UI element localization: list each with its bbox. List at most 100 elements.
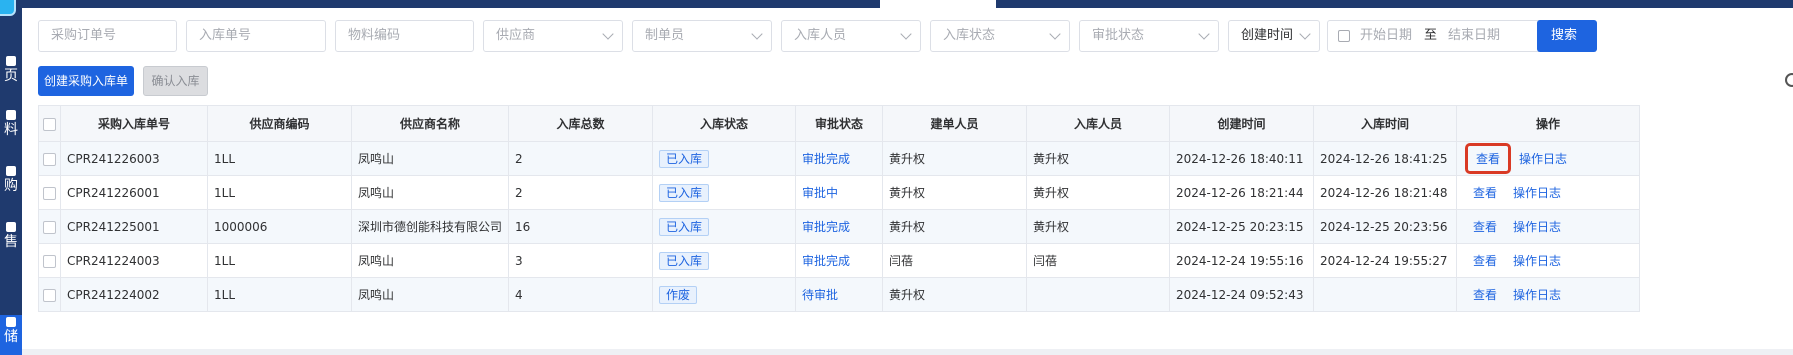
status-cell: 已入库 (652, 141, 797, 176)
supplier-name-cell: 凤鸣山 (350, 243, 510, 278)
inbound-person-select[interactable]: 入库人员 (781, 20, 921, 52)
row-select-cell[interactable] (38, 243, 61, 278)
date-range-picker[interactable]: 开始日期 至 结束日期 (1327, 20, 1551, 52)
status-cell: 已入库 (652, 175, 797, 210)
inbound-time-cell: 2024-12-25 20:23:56 (1313, 209, 1458, 244)
approval-status-link[interactable]: 审批中 (802, 186, 838, 200)
view-button[interactable]: 查看 (1465, 182, 1505, 203)
status-badge: 已入库 (659, 183, 710, 202)
start-date-input[interactable]: 开始日期 (1360, 21, 1412, 51)
settings-icon[interactable] (1785, 73, 1793, 87)
calendar-icon (1338, 30, 1350, 42)
end-date-input[interactable]: 结束日期 (1448, 21, 1500, 51)
creator-cell: 黄升权 (882, 141, 1028, 176)
supplier-code-cell: 1LL (207, 175, 352, 210)
approval-status-link[interactable]: 审批完成 (802, 152, 850, 166)
chevron-down-icon (1049, 28, 1061, 40)
inbound-no-cell: CPR241225001 (60, 209, 208, 244)
search-button[interactable]: 搜索 (1537, 20, 1597, 52)
column-header: 建单人员 (882, 105, 1028, 142)
table-row: CPR241225001 1000006 深圳市德创能科技有限公司 16 已入库… (38, 209, 1641, 244)
supplier-select[interactable]: 供应商 (483, 20, 623, 52)
create-inbound-button[interactable]: 创建采购入库单 (38, 66, 134, 96)
approval-status-select-label: 审批状态 (1092, 28, 1145, 43)
approval-status-select[interactable]: 审批状态 (1079, 20, 1219, 52)
inbound-time-cell: 2024-12-26 18:41:25 (1313, 141, 1458, 176)
storage-icon (6, 317, 16, 327)
sales-icon (6, 222, 16, 232)
approval-status-link[interactable]: 待审批 (802, 288, 838, 302)
inbound-no-cell: CPR241226003 (60, 141, 208, 176)
table-row: CPR241224002 1LL 凤鸣山 4 作废 待审批 黄升权 2024-1… (38, 277, 1641, 312)
sidebar-item-storage[interactable]: 储 (0, 315, 22, 355)
operations-cell: 查看 操作日志 (1456, 209, 1641, 244)
row-select-cell[interactable] (38, 141, 61, 176)
operation-log-link[interactable]: 操作日志 (1513, 220, 1561, 234)
column-header: 供应商编码 (207, 105, 352, 142)
table-row: CPR241226001 1LL 凤鸣山 2 已入库 审批中 黄升权 黄升权 2… (38, 175, 1641, 210)
row-checkbox[interactable] (43, 254, 56, 268)
inbound-time-cell (1313, 277, 1458, 312)
operations-cell: 查看 操作日志 (1456, 277, 1641, 312)
inbound-status-select[interactable]: 入库状态 (930, 20, 1070, 52)
view-button[interactable]: 查看 (1465, 216, 1505, 237)
sidebar-item-material[interactable]: 料 (0, 110, 22, 138)
select-all-cell[interactable] (38, 105, 61, 142)
creator-select[interactable]: 制单员 (632, 20, 772, 52)
creator-cell: 闫蓓 (882, 243, 1028, 278)
approval-status-link[interactable]: 审批完成 (802, 254, 850, 268)
inbound-table: 采购入库单号 供应商编码 供应商名称 入库总数 入库状态 审批状态 建单人员 入… (22, 105, 1793, 349)
supplier-select-label: 供应商 (496, 28, 536, 43)
approval-status-link[interactable]: 审批完成 (802, 220, 850, 234)
approval-cell: 审批完成 (795, 243, 884, 278)
creator-cell: 黄升权 (882, 209, 1028, 244)
supplier-name-cell: 凤鸣山 (350, 277, 510, 312)
row-checkbox[interactable] (43, 152, 56, 166)
home-icon (6, 56, 16, 66)
view-button[interactable]: 查看 (1465, 143, 1512, 174)
column-header: 创建时间 (1169, 105, 1315, 142)
column-header: 入库总数 (508, 105, 654, 142)
created-time-cell: 2024-12-26 18:40:11 (1169, 141, 1315, 176)
app-logo (0, 0, 16, 16)
confirm-inbound-button[interactable]: 确认入库 (143, 66, 208, 96)
inbound-no-cell: CPR241226001 (60, 175, 208, 210)
column-header: 入库时间 (1313, 105, 1458, 142)
sidebar-item-home[interactable]: 页 (0, 56, 22, 84)
table-header-row: 采购入库单号 供应商编码 供应商名称 入库总数 入库状态 审批状态 建单人员 入… (38, 105, 1641, 142)
inbound-no-input[interactable]: 入库单号 (186, 20, 326, 52)
operation-log-link[interactable]: 操作日志 (1513, 186, 1561, 200)
inbound-person-cell: 黄升权 (1026, 209, 1171, 244)
select-all-checkbox[interactable] (43, 117, 56, 131)
view-button[interactable]: 查看 (1465, 250, 1505, 271)
row-select-cell[interactable] (38, 175, 61, 210)
status-badge: 作废 (659, 285, 698, 304)
approval-cell: 审批中 (795, 175, 884, 210)
row-select-cell[interactable] (38, 209, 61, 244)
view-button[interactable]: 查看 (1465, 284, 1505, 305)
operation-log-link[interactable]: 操作日志 (1513, 288, 1561, 302)
material-code-input[interactable]: 物料编码 (335, 20, 474, 52)
created-time-cell: 2024-12-24 09:52:43 (1169, 277, 1315, 312)
inbound-person-select-label: 入库人员 (794, 28, 847, 43)
operation-log-link[interactable]: 操作日志 (1519, 152, 1567, 166)
status-cell: 作废 (652, 277, 797, 312)
action-bar: 创建采购入库单 确认入库 (22, 63, 1793, 105)
supplier-code-cell: 1LL (207, 277, 352, 312)
purchase-order-no-input[interactable]: 采购订单号 (38, 20, 177, 52)
tab-active[interactable] (880, 0, 996, 8)
row-checkbox[interactable] (43, 186, 56, 200)
total-cell: 2 (508, 175, 654, 210)
operation-log-link[interactable]: 操作日志 (1513, 254, 1561, 268)
sidebar-item-purchase[interactable]: 购 (0, 166, 22, 194)
inbound-time-cell: 2024-12-24 19:55:27 (1313, 243, 1458, 278)
time-type-select[interactable]: 创建时间 (1228, 20, 1320, 52)
inbound-person-cell (1026, 277, 1171, 312)
row-select-cell[interactable] (38, 277, 61, 312)
operations-cell: 查看 操作日志 (1456, 243, 1641, 278)
row-checkbox[interactable] (43, 288, 56, 302)
total-cell: 2 (508, 141, 654, 176)
sidebar-item-sales[interactable]: 售 (0, 222, 22, 250)
row-checkbox[interactable] (43, 220, 56, 234)
status-cell: 已入库 (652, 209, 797, 244)
